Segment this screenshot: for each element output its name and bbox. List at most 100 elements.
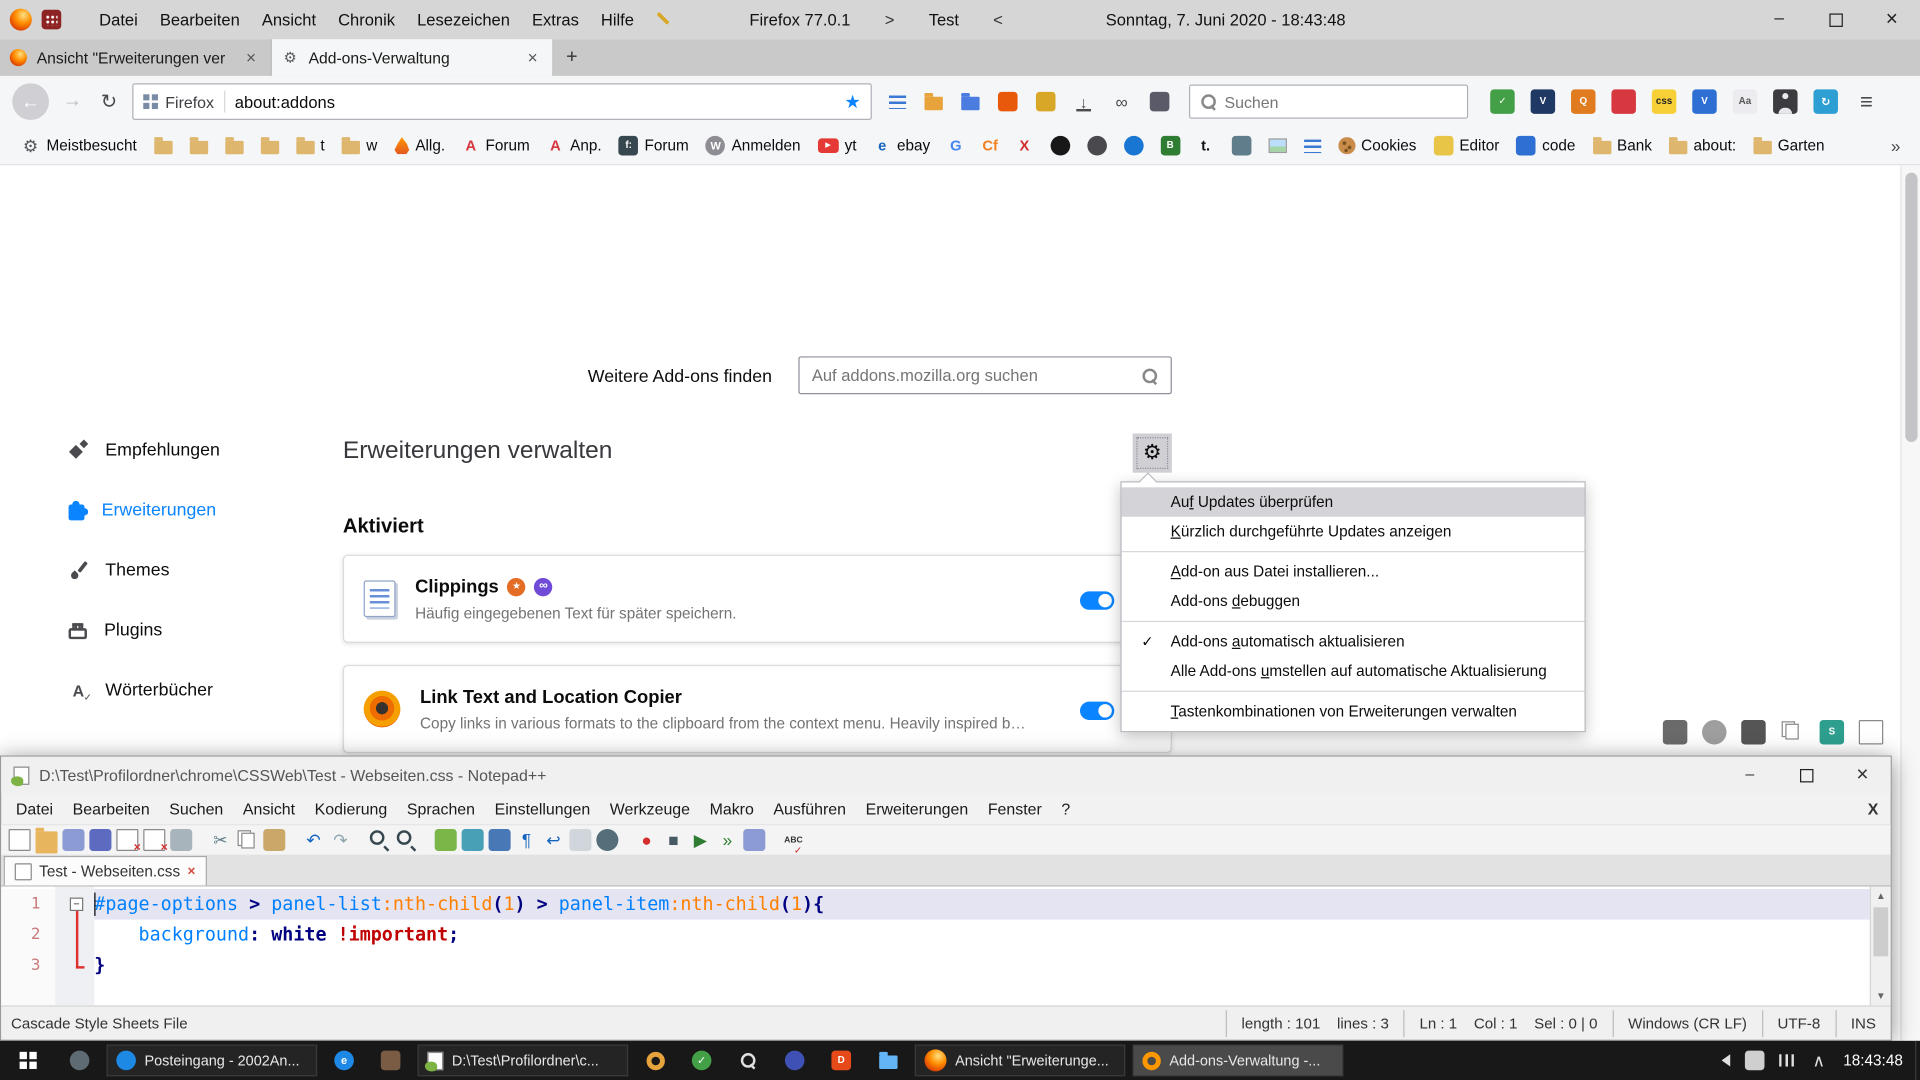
taskbar-thunderbird-button[interactable]: Posteingang - 2002An... [107, 1044, 318, 1076]
menubar-bearbeiten[interactable]: Bearbeiten [149, 10, 251, 28]
notepad-tool-icon-15[interactable] [462, 829, 484, 851]
taskbar-search-icon[interactable] [725, 1041, 772, 1080]
menubar-extras[interactable]: Extras [521, 10, 590, 28]
bookmark-about[interactable]: about: [1660, 137, 1744, 154]
ext-check-icon[interactable]: ✓ [1490, 89, 1514, 113]
menu-hamburger-icon[interactable]: ≡ [1860, 89, 1873, 115]
notepad-tool-icon-9[interactable] [263, 829, 285, 851]
menubar-ansicht[interactable]: Ansicht [251, 10, 327, 28]
fold-collapse-icon[interactable]: − [70, 898, 83, 911]
shield-icon[interactable] [1150, 92, 1170, 112]
notepad-menu-bearbeiten[interactable]: Bearbeiten [63, 800, 160, 818]
ghost-icon[interactable] [1702, 720, 1726, 744]
notepad-menu-werkzeuge[interactable]: Werkzeuge [600, 800, 700, 818]
windows-panes-icon[interactable] [1780, 720, 1804, 744]
menu-item-check-updates[interactable]: Auf Updates überprüfen [1122, 487, 1585, 516]
sidebar-item-woerterbuecher[interactable]: AWörterbücher [49, 669, 318, 713]
tray-network-icon[interactable] [1780, 1054, 1795, 1066]
bookmark-images[interactable] [1260, 138, 1296, 153]
bookmark-garten[interactable]: Garten [1745, 137, 1833, 154]
tab-close-icon[interactable] [523, 48, 543, 68]
container-icon[interactable] [998, 92, 1018, 112]
notepad-tool-icon-11[interactable]: ↷ [329, 829, 351, 851]
pen-icon[interactable] [655, 10, 675, 30]
sidebar-item-empfehlungen[interactable]: Empfehlungen [49, 429, 318, 473]
notepad-menu-datei[interactable]: Datei [6, 800, 63, 818]
notepad-tool-icon-8[interactable] [236, 829, 258, 851]
notepad-menu-einstellungen[interactable]: Einstellungen [485, 800, 600, 818]
folder-blue-icon[interactable] [961, 97, 979, 110]
ext-q-orange-icon[interactable]: Q [1571, 89, 1595, 113]
code-area[interactable]: #page-options > panel-list:nth-child(1) … [94, 889, 1870, 981]
tab-screenshot-view[interactable]: Ansicht "Erweiterungen ver [0, 39, 272, 76]
notepad-menu-makro[interactable]: Makro [700, 800, 764, 818]
bookmark-x[interactable]: X [1007, 136, 1041, 156]
bookmark-folder-2[interactable] [181, 137, 217, 154]
bookmark-bank[interactable]: Bank [1584, 137, 1661, 154]
bookmark-lines-site[interactable] [1295, 139, 1329, 152]
tab-close-icon[interactable] [241, 48, 261, 68]
bookmark-star-icon[interactable]: ★ [844, 91, 860, 113]
back-button[interactable]: ← [12, 83, 49, 120]
addon-card-clippings[interactable]: Clippings★∞Häufig eingegebenen Text für … [343, 555, 1172, 643]
taskbar-key-icon[interactable] [632, 1041, 679, 1080]
notepad-tool-icon-14[interactable] [435, 829, 457, 851]
bookmark-w[interactable]: w [333, 137, 386, 154]
bookmark-google[interactable]: G [939, 136, 973, 156]
notepad-tool-icon-20[interactable] [596, 829, 618, 851]
bookmark-folder-1[interactable] [145, 137, 181, 154]
bookmark-cf[interactable]: Cf [973, 136, 1007, 156]
scroll-up-icon[interactable]: ▲ [1871, 887, 1891, 905]
marker-icon[interactable] [1036, 92, 1056, 112]
new-tab-button[interactable] [553, 39, 590, 76]
sidebar-item-themes[interactable]: Themes [49, 549, 318, 593]
notepad-tool-icon-0[interactable] [9, 829, 31, 851]
search-bar[interactable] [1189, 84, 1468, 118]
addon-enabled-toggle[interactable] [1080, 591, 1114, 609]
taskbar-firefox-button[interactable]: Ansicht "Erweiterunge... [915, 1044, 1126, 1076]
session-manager-icon[interactable]: ∞ [1112, 92, 1132, 112]
menubar-lesezeichen[interactable]: Lesezeichen [406, 10, 521, 28]
url-input[interactable] [235, 92, 835, 110]
addon-card-link-text-location-copier[interactable]: Link Text and Location CopierCopy links … [343, 665, 1172, 753]
notepad-tool-icon-12[interactable] [369, 829, 391, 851]
notepad-tool-icon-16[interactable] [489, 829, 511, 851]
notepad-menu-kodierung[interactable]: Kodierung [305, 800, 397, 818]
ext-profile-icon[interactable] [1773, 89, 1797, 113]
ext-sync-icon[interactable]: ↻ [1813, 89, 1837, 113]
notepad-tool-icon-4[interactable] [116, 829, 138, 851]
taskbar-globe-icon[interactable] [56, 1041, 103, 1080]
bookmark-editor[interactable]: Editor [1425, 136, 1508, 156]
search-input[interactable] [1224, 92, 1457, 110]
notepad-tool-icon-19[interactable] [569, 829, 591, 851]
maximize-button[interactable] [1807, 0, 1863, 39]
url-bar[interactable]: Firefox ★ [132, 83, 872, 120]
notepad-tool-icon-7[interactable]: ✂ [209, 829, 231, 851]
bookmark-folder-3[interactable] [216, 137, 252, 154]
clapper-icon[interactable] [1663, 720, 1687, 744]
ext-translate-icon[interactable]: Aa [1733, 89, 1757, 113]
taskbar-d-icon[interactable]: D [818, 1041, 865, 1080]
close-button[interactable] [1864, 0, 1920, 39]
notepad-tool-icon-5[interactable] [143, 829, 165, 851]
bookmark-forum-1[interactable]: AForum [454, 136, 539, 156]
bookmark-dark-site[interactable] [1078, 136, 1115, 156]
close-document-icon[interactable]: X [1868, 800, 1879, 818]
ext-red-icon[interactable] [1611, 89, 1635, 113]
menu-item-reset-auto-update[interactable]: Alle Add-ons umstellen auf automatische … [1122, 656, 1585, 685]
forward-button[interactable]: → [59, 91, 86, 113]
addons-search-box[interactable] [798, 356, 1171, 394]
taskbar-folder-icon[interactable] [864, 1041, 911, 1080]
close-button[interactable] [1834, 757, 1890, 794]
show-desktop-button[interactable] [1915, 1041, 1920, 1080]
stylus-status-icon[interactable]: S [1820, 720, 1844, 744]
bookmark-code[interactable]: code [1508, 136, 1584, 156]
bookmark-t[interactable]: t [287, 137, 333, 154]
identity-chip[interactable]: Firefox [143, 92, 214, 110]
taskbar-clock[interactable]: 18:43:48 [1843, 1052, 1903, 1069]
notepad-tool-icon-26[interactable]: ABC [782, 829, 804, 851]
document-close-icon[interactable]: × [187, 864, 195, 879]
taskbar-notepad-button[interactable]: D:\Test\Profilordner\c... [418, 1044, 629, 1076]
menubar-hilfe[interactable]: Hilfe [590, 10, 645, 28]
menubar-chronik[interactable]: Chronik [327, 10, 406, 28]
